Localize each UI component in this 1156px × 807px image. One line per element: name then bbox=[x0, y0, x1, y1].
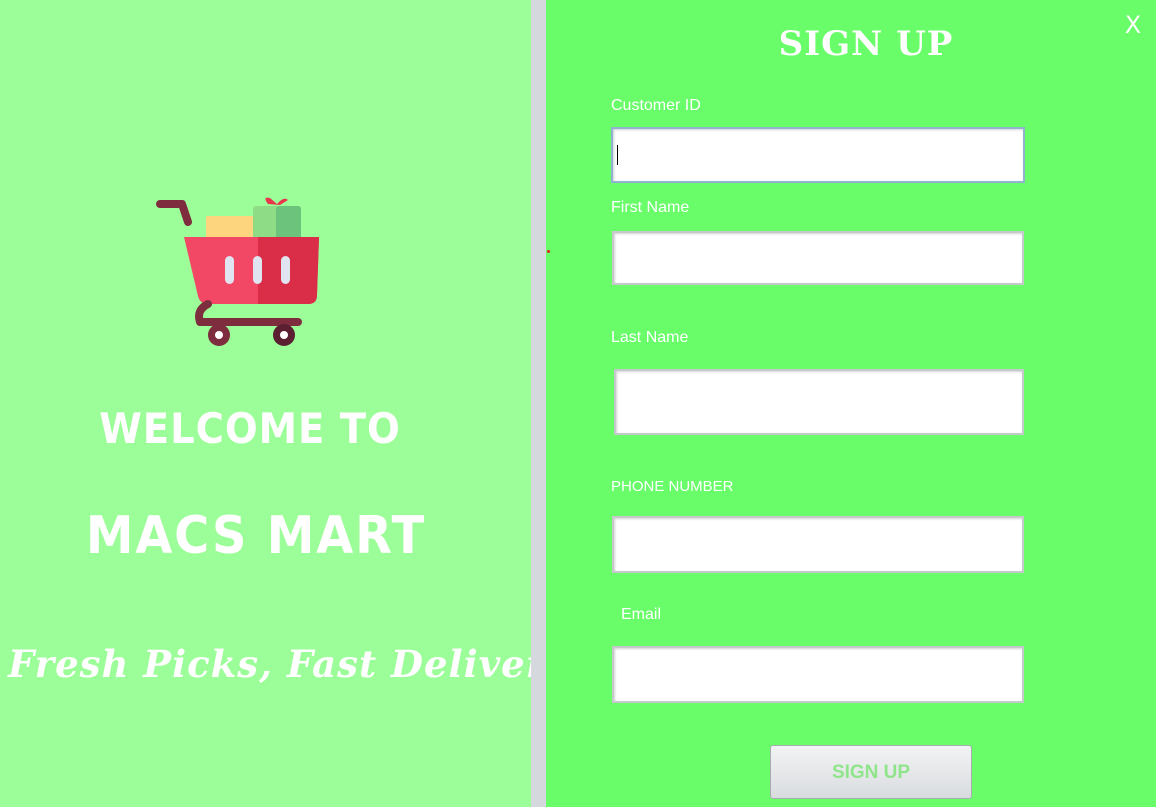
welcome-heading: WELCOME TO bbox=[99, 404, 401, 453]
brand-name: MACS MART bbox=[85, 506, 427, 566]
last-name-label: Last Name bbox=[611, 329, 689, 346]
first-name-label: First Name bbox=[611, 199, 690, 216]
panel-divider bbox=[531, 0, 546, 807]
signup-window: WELCOME TO MACS MART Fresh Picks, Fast D… bbox=[0, 0, 1156, 807]
customer-id-label: Customer ID bbox=[611, 97, 701, 114]
email-input[interactable] bbox=[612, 646, 1024, 703]
phone-number-label: PHONE NUMBER bbox=[611, 478, 734, 495]
tagline: Fresh Picks, Fast Delivery bbox=[8, 642, 569, 686]
customer-id-input[interactable] bbox=[611, 127, 1025, 183]
sign-up-button[interactable]: SIGN UP bbox=[770, 745, 972, 799]
welcome-panel: WELCOME TO MACS MART Fresh Picks, Fast D… bbox=[0, 0, 569, 807]
shopping-cart-icon bbox=[156, 197, 319, 346]
last-name-input[interactable] bbox=[614, 369, 1024, 435]
email-label: Email bbox=[621, 606, 662, 623]
red-dot bbox=[547, 250, 550, 253]
form-title: SIGN UP bbox=[778, 24, 954, 64]
text-caret bbox=[617, 145, 618, 165]
first-name-input[interactable] bbox=[612, 231, 1024, 285]
phone-number-input[interactable] bbox=[612, 516, 1024, 573]
